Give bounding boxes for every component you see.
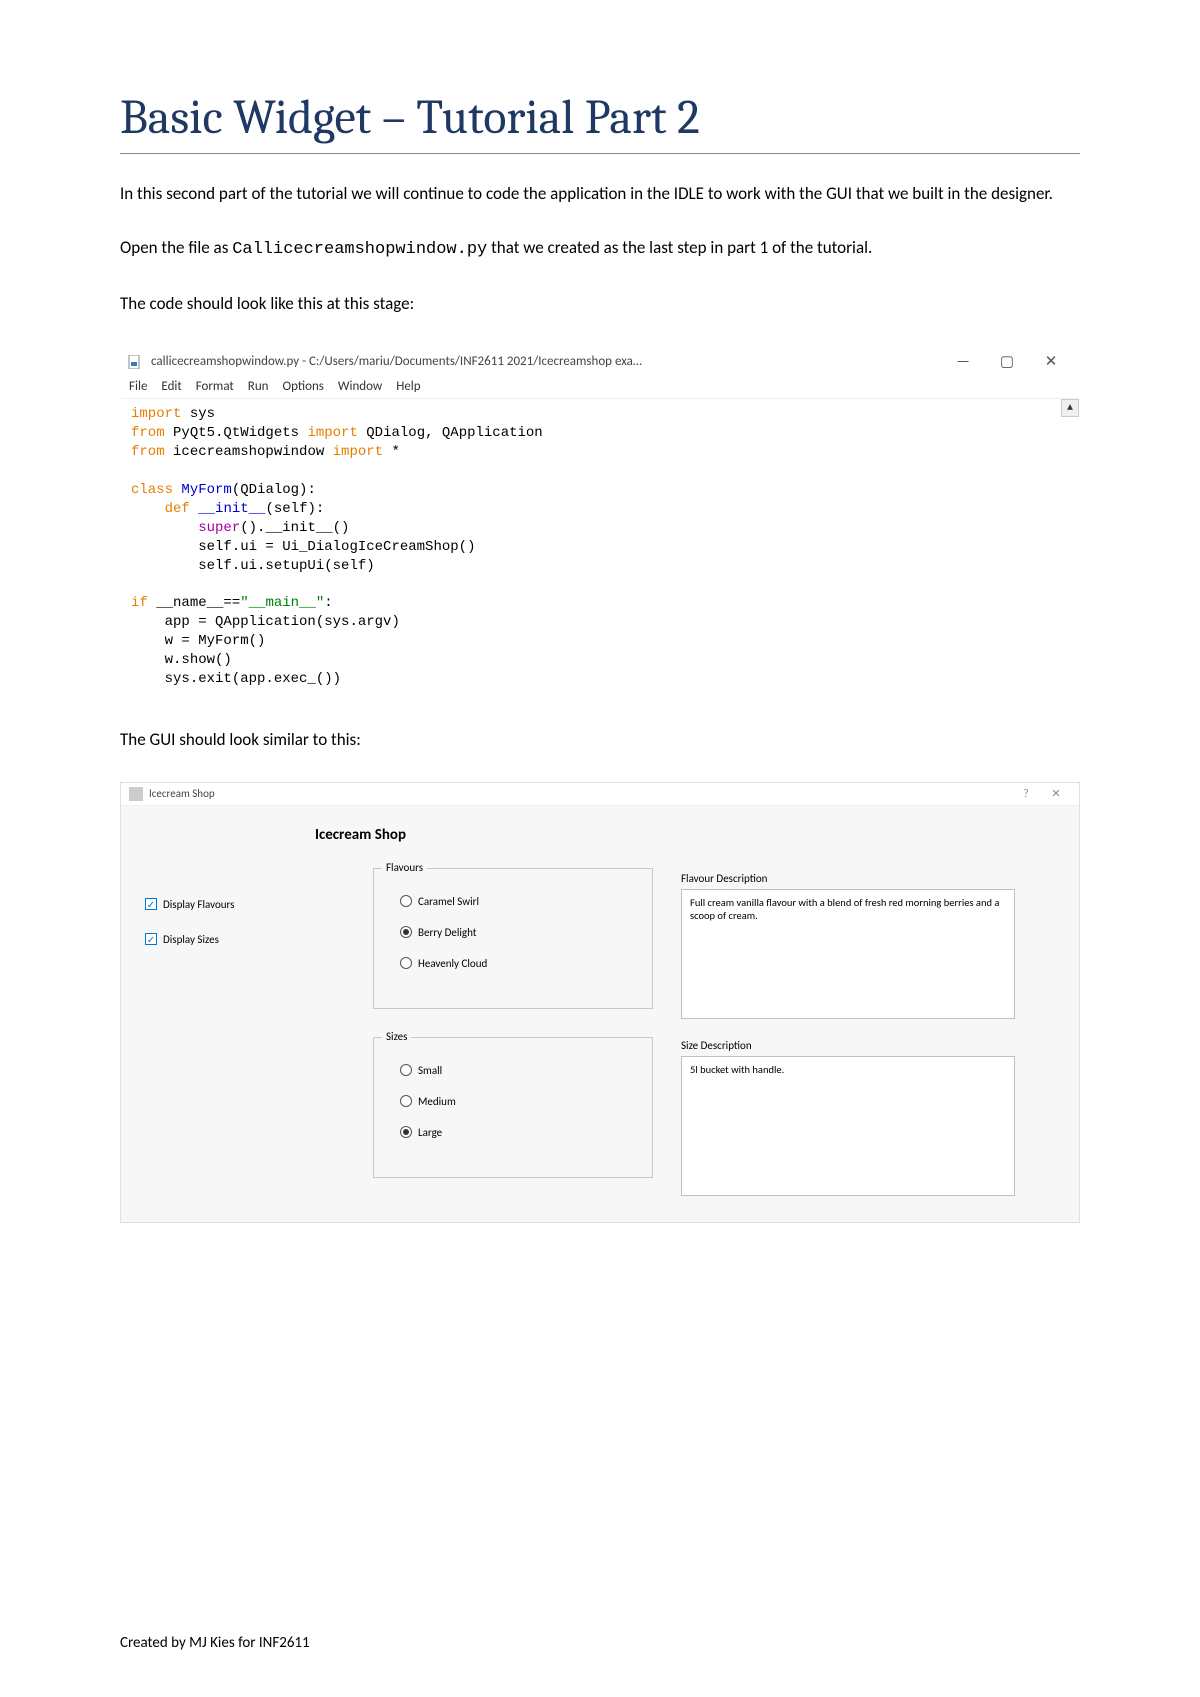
idle-code-area[interactable]: ▲import sys from PyQt5.QtWidgets import … <box>121 399 1079 700</box>
size-small-radio[interactable] <box>400 1064 412 1076</box>
minimize-button[interactable]: — <box>941 351 985 373</box>
menu-format[interactable]: Format <box>196 379 234 394</box>
display-flavours-label: Display Flavours <box>163 898 235 911</box>
dialog-app-icon <box>129 787 143 801</box>
flavour-caramel-radio[interactable] <box>400 895 412 907</box>
display-sizes-row: ✓ Display Sizes <box>145 933 345 946</box>
flavour-heavenly-label: Heavenly Cloud <box>418 957 487 970</box>
close-button[interactable]: ✕ <box>1029 350 1073 373</box>
flavour-caramel-label: Caramel Swirl <box>418 895 479 908</box>
maximize-button[interactable]: ▢ <box>985 350 1029 373</box>
size-large-row: Large <box>400 1126 636 1139</box>
size-medium-radio[interactable] <box>400 1095 412 1107</box>
help-button[interactable]: ? <box>1011 787 1041 800</box>
display-flavours-checkbox[interactable]: ✓ <box>145 898 157 910</box>
size-large-radio[interactable] <box>400 1126 412 1138</box>
sizes-groupbox: Sizes Small Medium Large <box>373 1037 653 1178</box>
size-description-text[interactable]: 5l bucket with handle. <box>681 1056 1015 1196</box>
flavours-group-title: Flavours <box>382 861 427 874</box>
gui-dialog: Icecream Shop ? ✕ Icecream Shop ✓ Displa… <box>120 782 1080 1223</box>
flavours-groupbox: Flavours Caramel Swirl Berry Delight Hea… <box>373 868 653 1009</box>
gui-close-button[interactable]: ✕ <box>1041 787 1071 800</box>
flavour-berry-label: Berry Delight <box>418 926 476 939</box>
code-intro: The code should look like this at this s… <box>120 292 1080 316</box>
menu-window[interactable]: Window <box>338 379 382 394</box>
menu-edit[interactable]: Edit <box>161 379 181 394</box>
idle-window: callicecreamshopwindow.py - C:/Users/mar… <box>120 345 1080 701</box>
open-file-code: Callicecreamshopwindow.py <box>232 240 487 259</box>
idle-title-text: callicecreamshopwindow.py - C:/Users/mar… <box>151 354 941 369</box>
size-large-label: Large <box>418 1126 442 1139</box>
flavour-berry-radio[interactable] <box>400 926 412 938</box>
open-file-pre: Open the file as <box>120 237 232 258</box>
flavour-berry-row: Berry Delight <box>400 926 636 939</box>
scroll-up-icon[interactable]: ▲ <box>1061 399 1079 417</box>
gui-heading: Icecream Shop <box>121 806 600 868</box>
gui-title-text: Icecream Shop <box>149 787 1011 800</box>
flavour-caramel-row: Caramel Swirl <box>400 895 636 908</box>
flavour-description-text[interactable]: Full cream vanilla flavour with a blend … <box>681 889 1015 1019</box>
size-small-label: Small <box>418 1064 442 1077</box>
display-sizes-label: Display Sizes <box>163 933 219 946</box>
size-small-row: Small <box>400 1064 636 1077</box>
gui-intro: The GUI should look similar to this: <box>120 728 1080 752</box>
menu-run[interactable]: Run <box>248 379 269 394</box>
menu-file[interactable]: File <box>129 379 147 394</box>
open-file-post: that we created as the last step in part… <box>487 237 872 258</box>
footer-text: Created by MJ Kies for INF2611 <box>120 1634 310 1652</box>
idle-menu: File Edit Format Run Options Window Help <box>121 377 1079 399</box>
size-description-label: Size Description <box>681 1039 1015 1052</box>
gui-titlebar: Icecream Shop ? ✕ <box>121 783 1079 806</box>
intro-text: In this second part of the tutorial we w… <box>120 182 1080 206</box>
checkbox-column: ✓ Display Flavours ✓ Display Sizes <box>145 868 345 1206</box>
size-medium-row: Medium <box>400 1095 636 1108</box>
page-title: Basic Widget – Tutorial Part 2 <box>120 90 1080 154</box>
gui-body: ✓ Display Flavours ✓ Display Sizes Flavo… <box>121 868 1079 1206</box>
menu-options[interactable]: Options <box>283 379 324 394</box>
menu-help[interactable]: Help <box>396 379 420 394</box>
flavour-heavenly-radio[interactable] <box>400 957 412 969</box>
group-column: Flavours Caramel Swirl Berry Delight Hea… <box>373 868 653 1206</box>
flavour-description-label: Flavour Description <box>681 872 1015 885</box>
flavour-heavenly-row: Heavenly Cloud <box>400 957 636 970</box>
python-file-icon <box>127 354 143 370</box>
sizes-group-title: Sizes <box>382 1030 411 1043</box>
description-column: Flavour Description Full cream vanilla f… <box>681 868 1055 1206</box>
idle-titlebar: callicecreamshopwindow.py - C:/Users/mar… <box>121 346 1079 377</box>
display-flavours-row: ✓ Display Flavours <box>145 898 345 911</box>
display-sizes-checkbox[interactable]: ✓ <box>145 933 157 945</box>
size-medium-label: Medium <box>418 1095 456 1108</box>
open-file-text: Open the file as Callicecreamshopwindow.… <box>120 236 1080 262</box>
